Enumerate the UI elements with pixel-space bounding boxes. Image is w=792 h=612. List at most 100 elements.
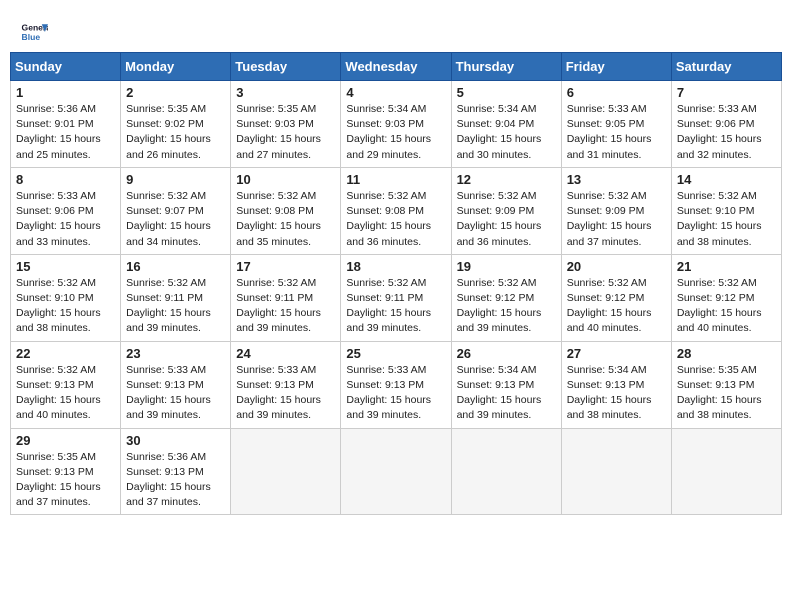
calendar-cell: 3 Sunrise: 5:35 AMSunset: 9:03 PMDaylight…: [231, 81, 341, 168]
calendar-cell: 8 Sunrise: 5:33 AMSunset: 9:06 PMDaylight…: [11, 167, 121, 254]
calendar-cell: 19 Sunrise: 5:32 AMSunset: 9:12 PMDayligh…: [451, 254, 561, 341]
col-header-friday: Friday: [561, 53, 671, 81]
cell-info: Sunrise: 5:34 AMSunset: 9:04 PMDaylight:…: [457, 102, 556, 163]
cell-info: Sunrise: 5:34 AMSunset: 9:13 PMDaylight:…: [457, 363, 556, 424]
cell-info: Sunrise: 5:33 AMSunset: 9:06 PMDaylight:…: [16, 189, 115, 250]
calendar-cell: 16 Sunrise: 5:32 AMSunset: 9:11 PMDayligh…: [121, 254, 231, 341]
day-number: 12: [457, 172, 556, 187]
col-header-wednesday: Wednesday: [341, 53, 451, 81]
cell-info: Sunrise: 5:32 AMSunset: 9:11 PMDaylight:…: [236, 276, 335, 337]
day-number: 2: [126, 85, 225, 100]
cell-info: Sunrise: 5:32 AMSunset: 9:13 PMDaylight:…: [16, 363, 115, 424]
cell-info: Sunrise: 5:32 AMSunset: 9:12 PMDaylight:…: [567, 276, 666, 337]
day-number: 11: [346, 172, 445, 187]
day-number: 10: [236, 172, 335, 187]
calendar-cell: 15 Sunrise: 5:32 AMSunset: 9:10 PMDayligh…: [11, 254, 121, 341]
cell-info: Sunrise: 5:33 AMSunset: 9:13 PMDaylight:…: [126, 363, 225, 424]
day-number: 3: [236, 85, 335, 100]
calendar-cell: 22Sunrise: 5:32 AMSunset: 9:13 PMDayligh…: [11, 341, 121, 428]
cell-info: Sunrise: 5:36 AMSunset: 9:01 PMDaylight:…: [16, 102, 115, 163]
calendar-cell: 10Sunrise: 5:32 AMSunset: 9:08 PMDayligh…: [231, 167, 341, 254]
calendar-week-4: 29Sunrise: 5:35 AMSunset: 9:13 PMDayligh…: [11, 428, 782, 515]
cell-info: Sunrise: 5:34 AMSunset: 9:03 PMDaylight:…: [346, 102, 445, 163]
col-header-tuesday: Tuesday: [231, 53, 341, 81]
logo: General Blue: [20, 18, 48, 46]
cell-info: Sunrise: 5:32 AMSunset: 9:12 PMDaylight:…: [457, 276, 556, 337]
cell-info: Sunrise: 5:32 AMSunset: 9:09 PMDaylight:…: [457, 189, 556, 250]
page-header: General Blue: [10, 10, 782, 52]
cell-info: Sunrise: 5:32 AMSunset: 9:10 PMDaylight:…: [677, 189, 776, 250]
calendar-cell: 17 Sunrise: 5:32 AMSunset: 9:11 PMDayligh…: [231, 254, 341, 341]
day-number: 8: [16, 172, 115, 187]
calendar-cell: 1Sunrise: 5:36 AMSunset: 9:01 PMDaylight…: [11, 81, 121, 168]
cell-info: Sunrise: 5:32 AMSunset: 9:12 PMDaylight:…: [677, 276, 776, 337]
calendar-cell: 25 Sunrise: 5:33 AMSunset: 9:13 PMDayligh…: [341, 341, 451, 428]
calendar-cell: 26 Sunrise: 5:34 AMSunset: 9:13 PMDayligh…: [451, 341, 561, 428]
calendar-cell: [671, 428, 781, 515]
cell-info: Sunrise: 5:32 AMSunset: 9:07 PMDaylight:…: [126, 189, 225, 250]
col-header-thursday: Thursday: [451, 53, 561, 81]
calendar-cell: 28 Sunrise: 5:35 AMSunset: 9:13 PMDayligh…: [671, 341, 781, 428]
calendar-cell: [451, 428, 561, 515]
day-number: 19: [457, 259, 556, 274]
cell-info: Sunrise: 5:35 AMSunset: 9:13 PMDaylight:…: [677, 363, 776, 424]
day-number: 24: [236, 346, 335, 361]
cell-info: Sunrise: 5:34 AMSunset: 9:13 PMDaylight:…: [567, 363, 666, 424]
calendar-cell: 21 Sunrise: 5:32 AMSunset: 9:12 PMDayligh…: [671, 254, 781, 341]
calendar-cell: [341, 428, 451, 515]
day-number: 25: [346, 346, 445, 361]
col-header-monday: Monday: [121, 53, 231, 81]
cell-info: Sunrise: 5:35 AMSunset: 9:02 PMDaylight:…: [126, 102, 225, 163]
cell-info: Sunrise: 5:32 AMSunset: 9:09 PMDaylight:…: [567, 189, 666, 250]
day-number: 5: [457, 85, 556, 100]
calendar-cell: 13 Sunrise: 5:32 AMSunset: 9:09 PMDayligh…: [561, 167, 671, 254]
calendar-cell: 18Sunrise: 5:32 AMSunset: 9:11 PMDayligh…: [341, 254, 451, 341]
day-number: 29: [16, 433, 115, 448]
calendar-cell: 24 Sunrise: 5:33 AMSunset: 9:13 PMDayligh…: [231, 341, 341, 428]
cell-info: Sunrise: 5:32 AMSunset: 9:11 PMDaylight:…: [346, 276, 445, 337]
col-header-sunday: Sunday: [11, 53, 121, 81]
day-number: 30: [126, 433, 225, 448]
calendar-cell: 2 Sunrise: 5:35 AMSunset: 9:02 PMDaylight…: [121, 81, 231, 168]
calendar-cell: 14Sunrise: 5:32 AMSunset: 9:10 PMDayligh…: [671, 167, 781, 254]
cell-info: Sunrise: 5:36 AMSunset: 9:13 PMDaylight:…: [126, 450, 225, 511]
calendar-week-0: 1Sunrise: 5:36 AMSunset: 9:01 PMDaylight…: [11, 81, 782, 168]
day-number: 15: [16, 259, 115, 274]
calendar-week-1: 8 Sunrise: 5:33 AMSunset: 9:06 PMDaylight…: [11, 167, 782, 254]
day-number: 20: [567, 259, 666, 274]
cell-info: Sunrise: 5:32 AMSunset: 9:08 PMDaylight:…: [346, 189, 445, 250]
calendar-cell: 4 Sunrise: 5:34 AMSunset: 9:03 PMDaylight…: [341, 81, 451, 168]
cell-info: Sunrise: 5:33 AMSunset: 9:13 PMDaylight:…: [236, 363, 335, 424]
day-number: 9: [126, 172, 225, 187]
day-number: 16: [126, 259, 225, 274]
calendar-cell: 30 Sunrise: 5:36 AMSunset: 9:13 PMDayligh…: [121, 428, 231, 515]
calendar-week-2: 15 Sunrise: 5:32 AMSunset: 9:10 PMDayligh…: [11, 254, 782, 341]
cell-info: Sunrise: 5:32 AMSunset: 9:11 PMDaylight:…: [126, 276, 225, 337]
day-number: 4: [346, 85, 445, 100]
cell-info: Sunrise: 5:33 AMSunset: 9:13 PMDaylight:…: [346, 363, 445, 424]
calendar-cell: 27Sunrise: 5:34 AMSunset: 9:13 PMDayligh…: [561, 341, 671, 428]
day-number: 21: [677, 259, 776, 274]
day-number: 17: [236, 259, 335, 274]
cell-info: Sunrise: 5:33 AMSunset: 9:05 PMDaylight:…: [567, 102, 666, 163]
calendar-cell: 11 Sunrise: 5:32 AMSunset: 9:08 PMDayligh…: [341, 167, 451, 254]
calendar-table: SundayMondayTuesdayWednesdayThursdayFrid…: [10, 52, 782, 515]
calendar-cell: 29Sunrise: 5:35 AMSunset: 9:13 PMDayligh…: [11, 428, 121, 515]
svg-text:Blue: Blue: [22, 32, 41, 42]
calendar-week-3: 22Sunrise: 5:32 AMSunset: 9:13 PMDayligh…: [11, 341, 782, 428]
day-number: 26: [457, 346, 556, 361]
calendar-cell: 20 Sunrise: 5:32 AMSunset: 9:12 PMDayligh…: [561, 254, 671, 341]
col-header-saturday: Saturday: [671, 53, 781, 81]
day-number: 13: [567, 172, 666, 187]
day-number: 6: [567, 85, 666, 100]
day-number: 28: [677, 346, 776, 361]
calendar-cell: 9 Sunrise: 5:32 AMSunset: 9:07 PMDaylight…: [121, 167, 231, 254]
cell-info: Sunrise: 5:33 AMSunset: 9:06 PMDaylight:…: [677, 102, 776, 163]
calendar-cell: 6 Sunrise: 5:33 AMSunset: 9:05 PMDaylight…: [561, 81, 671, 168]
calendar-cell: [231, 428, 341, 515]
day-number: 23: [126, 346, 225, 361]
cell-info: Sunrise: 5:35 AMSunset: 9:03 PMDaylight:…: [236, 102, 335, 163]
cell-info: Sunrise: 5:32 AMSunset: 9:10 PMDaylight:…: [16, 276, 115, 337]
day-number: 7: [677, 85, 776, 100]
calendar-cell: 7 Sunrise: 5:33 AMSunset: 9:06 PMDaylight…: [671, 81, 781, 168]
